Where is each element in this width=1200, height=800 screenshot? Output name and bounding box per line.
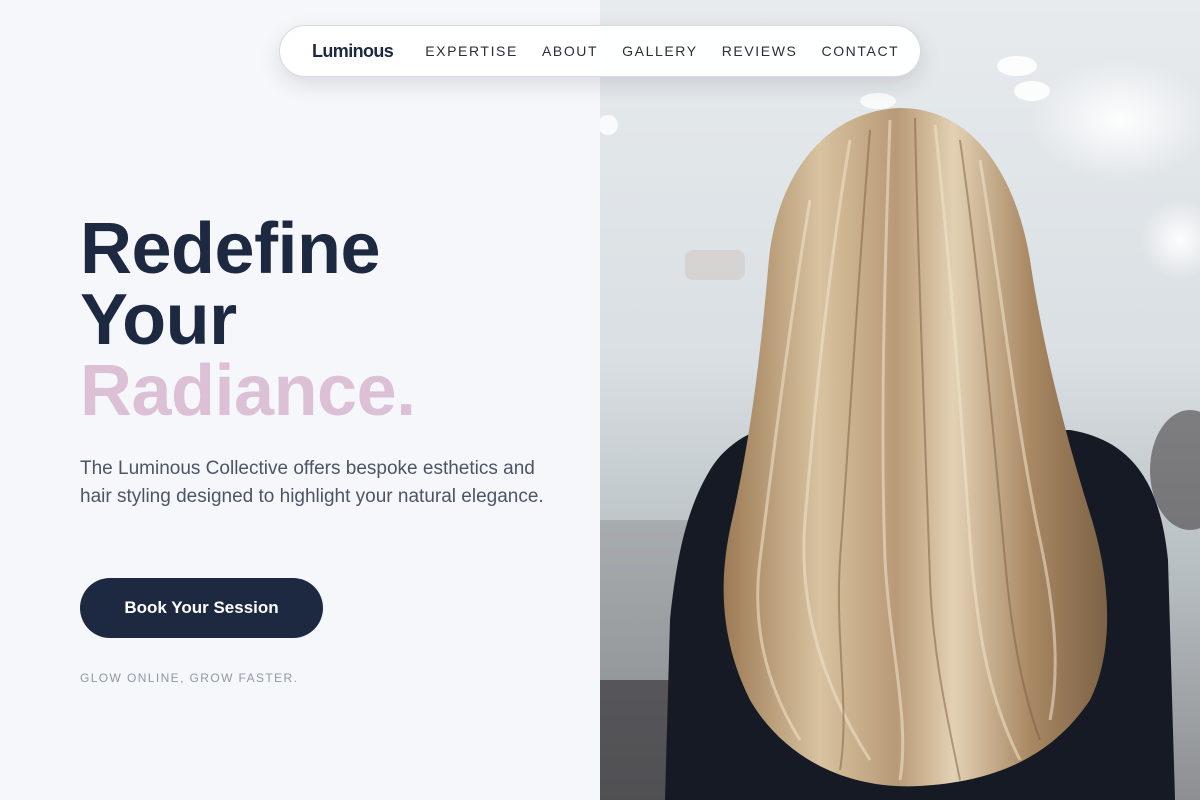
nav-link-reviews[interactable]: REVIEWS <box>722 43 798 59</box>
top-navigation: Luminous EXPERTISE ABOUT GALLERY REVIEWS… <box>279 25 921 77</box>
hero-description: The Luminous Collective offers bespoke e… <box>80 458 544 507</box>
nav-link-about[interactable]: ABOUT <box>542 43 598 59</box>
nav-link-expertise[interactable]: EXPERTISE <box>425 43 518 59</box>
tagline: GLOW ONLINE, GROW FASTER. <box>80 671 299 685</box>
brand-logo[interactable]: Luminous <box>312 41 394 62</box>
nav-link-contact[interactable]: CONTACT <box>821 43 899 59</box>
salon-hair-photo <box>600 56 1200 800</box>
book-session-button[interactable]: Book Your Session <box>80 578 323 638</box>
hero-photo <box>600 0 1200 800</box>
hero-title-line-2: Your <box>80 280 237 360</box>
hero-title-line-1: Redefine <box>80 209 381 289</box>
hero-title-accent: Radiance. <box>80 351 416 431</box>
landing-page: Luminous EXPERTISE ABOUT GALLERY REVIEWS… <box>0 0 1200 800</box>
nav-link-gallery[interactable]: GALLERY <box>622 43 698 59</box>
hero-title: Redefine Your Radiance. <box>80 209 416 431</box>
